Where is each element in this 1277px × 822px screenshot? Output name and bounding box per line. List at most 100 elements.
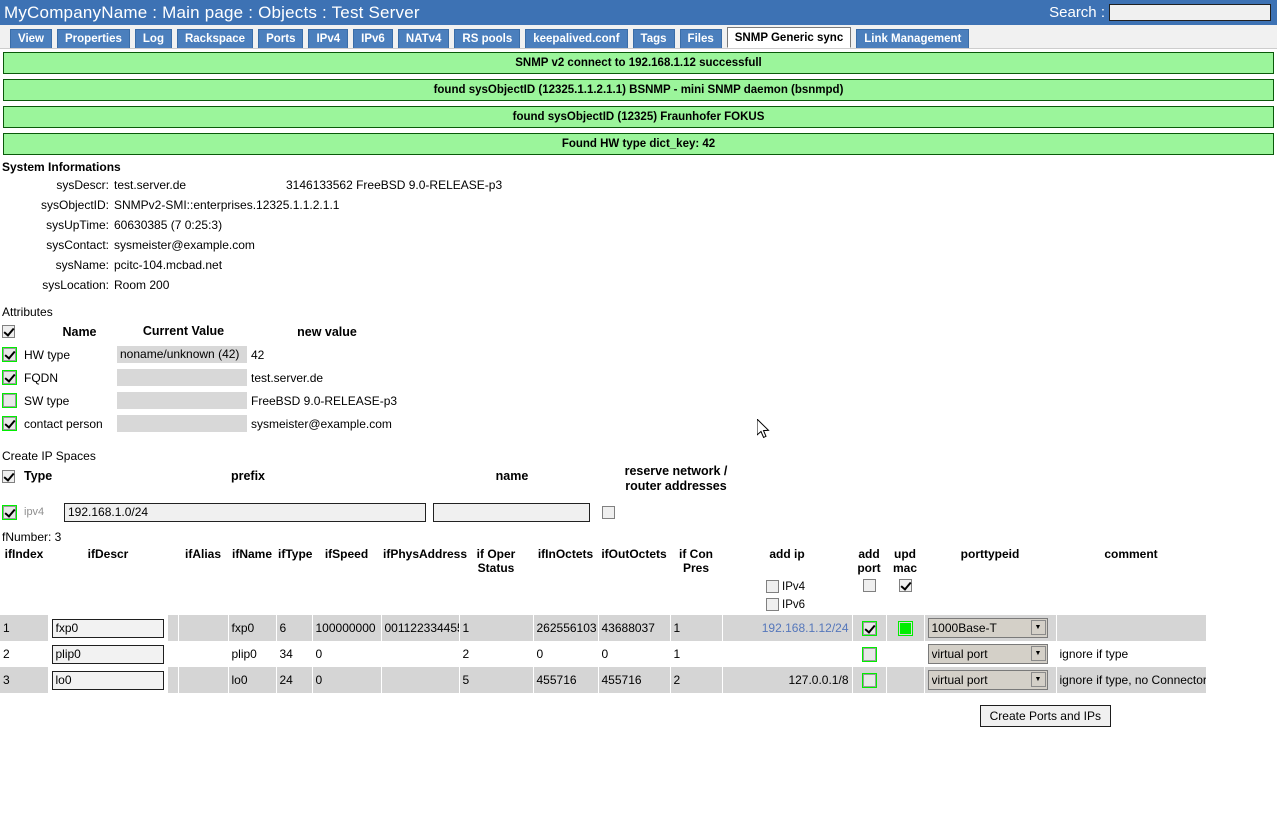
system-info-row: sysLocation: Room 200 [2, 275, 1277, 295]
create-ports-and-ips-button[interactable]: Create Ports and IPs [979, 705, 1111, 727]
ip-spaces-col-reserve: reserve network / router addresses [592, 464, 752, 494]
tab-log[interactable]: Log [134, 29, 172, 48]
bulk-add-port-checkbox[interactable] [862, 579, 876, 593]
status-banner: found sysObjectID (12325.1.1.2.1.1) BSNM… [3, 79, 1274, 101]
tab-link-management[interactable]: Link Management [856, 29, 970, 48]
ip-spaces-col-reserve-line1: reserve network / [624, 464, 728, 478]
bulk-add-ipv6-checkbox[interactable] [766, 598, 779, 612]
interfaces-col-ifspeed: ifSpeed [324, 547, 369, 561]
cell-ifoutoctets: 455716 [598, 667, 671, 693]
tab-ipv4[interactable]: IPv4 [308, 29, 349, 48]
system-info-row: sysName: pcitc-104.mcbad.net [2, 255, 1277, 275]
attribute-checkbox-cell [2, 416, 24, 431]
cell-add-ip: 127.0.0.1/8 [722, 667, 853, 693]
cell-add-port [852, 667, 887, 693]
attribute-checkbox-cell [2, 393, 24, 408]
cell-ifinoctets: 455716 [533, 667, 599, 693]
tab-files[interactable]: Files [679, 29, 722, 48]
porttypeid-select[interactable]: 1000Base-T [927, 618, 1048, 638]
attribute-enable-checkbox[interactable] [2, 393, 17, 408]
add-port-checkbox[interactable] [861, 620, 877, 636]
footer-actions: Create Ports and IPs [0, 705, 1277, 727]
tab-properties[interactable]: Properties [57, 29, 130, 48]
system-info-key: sysName: [55, 258, 109, 272]
breadcrumb: MyCompanyName : Main page : Objects : Te… [4, 2, 420, 22]
porttypeid-select[interactable]: virtual port [927, 644, 1048, 664]
attribute-row: HW type noname/unknown (42) 42 [2, 343, 1277, 366]
porttypeid-select[interactable]: virtual port [927, 670, 1048, 690]
system-info-value-secondary: 3146133562 FreeBSD 9.0-RELEASE-p3 [286, 178, 503, 192]
system-info-key: sysObjectID: [40, 198, 109, 212]
ip-spaces-col-type: Type [24, 469, 53, 483]
status-banner-list: SNMP v2 connect to 192.168.1.12 successf… [0, 49, 1277, 155]
search-input[interactable] [1109, 4, 1271, 21]
system-info-value: pcitc-104.mcbad.net [114, 258, 223, 272]
system-info-key: sysDescr: [56, 178, 109, 192]
interfaces-col-ifphysaddress: ifPhysAddress [383, 547, 468, 561]
tab-view[interactable]: View [10, 29, 52, 48]
add-port-checkbox[interactable] [861, 646, 877, 662]
ip-space-prefix-input[interactable] [64, 502, 426, 522]
cell-ifphysaddress: 001122334455 [381, 615, 460, 641]
tab-ports[interactable]: Ports [258, 29, 304, 48]
tab-natv4[interactable]: NATv4 [397, 29, 450, 48]
cell-porttypeid: virtual port ▼ [924, 667, 1057, 693]
ip-space-name-input[interactable] [433, 502, 590, 522]
attributes-col-new: new value [297, 324, 357, 339]
attribute-enable-checkbox[interactable] [2, 347, 17, 362]
ifdescr-input[interactable] [51, 670, 164, 690]
tab-keepalived-conf[interactable]: keepalived.conf [525, 29, 628, 48]
interfaces-col-add-port: add port [852, 545, 886, 577]
system-info-key: sysLocation: [42, 278, 109, 292]
tab-rackspace[interactable]: Rackspace [176, 29, 254, 48]
interface-count-label: fNumber: 3 [2, 530, 62, 544]
add-ip-value[interactable]: 192.168.1.12/24 [762, 621, 849, 635]
interfaces-col-upd-mac: upd mac [886, 545, 924, 577]
attribute-enable-checkbox[interactable] [2, 370, 17, 385]
attribute-enable-checkbox[interactable] [2, 416, 17, 431]
interfaces-col-ifalias: ifAlias [184, 547, 221, 561]
ifdescr-input[interactable] [51, 644, 164, 664]
cell-ifalias [178, 615, 229, 641]
attribute-row: contact person sysmeister@example.com [2, 412, 1277, 435]
status-banner: SNMP v2 connect to 192.168.1.12 successf… [3, 52, 1274, 74]
cell-ifoperstatus: 2 [459, 641, 534, 667]
attribute-new-value: test.server.de [251, 370, 324, 385]
cell-ifphysaddress [381, 641, 460, 667]
cell-ifalias [178, 667, 229, 693]
upd-mac-checkbox[interactable] [897, 620, 913, 636]
interfaces-col-comment: comment [1104, 547, 1158, 561]
cell-ifname: plip0 [228, 641, 277, 667]
interfaces-col-porttypeid: porttypeid [960, 547, 1020, 561]
system-informations-list: sysDescr: test.server.de 3146133562 FreeBS… [2, 175, 1277, 295]
cell-ifinoctets: 0 [533, 641, 599, 667]
ip-spaces-select-all-checkbox[interactable] [2, 470, 15, 484]
cell-ifconpres: 1 [670, 615, 723, 641]
tab-tags[interactable]: Tags [632, 29, 675, 48]
attributes-select-all-checkbox[interactable] [2, 325, 15, 338]
attribute-new-value: FreeBSD 9.0-RELEASE-p3 [251, 393, 398, 408]
ip-space-reserve-checkbox[interactable] [602, 506, 615, 520]
system-info-key: sysContact: [46, 238, 109, 252]
tab-rs-pools[interactable]: RS pools [454, 29, 521, 48]
tab-ipv6[interactable]: IPv6 [353, 29, 393, 48]
ifdescr-input[interactable] [51, 618, 164, 638]
system-info-key: sysUpTime: [46, 218, 109, 232]
interfaces-col-ifdescr: ifDescr [87, 547, 129, 561]
bulk-upd-mac-checkbox[interactable] [898, 579, 912, 593]
attribute-row: FQDN test.server.de [2, 366, 1277, 389]
ip-space-enable-checkbox[interactable] [2, 504, 17, 520]
tab-snmp-generic-sync[interactable]: SNMP Generic sync [726, 27, 852, 48]
cell-ifoperstatus: 1 [459, 615, 534, 641]
bulk-add-ipv4-checkbox[interactable] [766, 580, 779, 594]
attribute-current-value [117, 369, 247, 386]
add-port-checkbox[interactable] [861, 672, 877, 688]
attribute-name: HW type [24, 347, 71, 362]
interfaces-col-ifname: ifName [231, 547, 272, 561]
cell-gap [168, 641, 179, 667]
interfaces-col-if-oper-status-line2: Status [477, 561, 515, 575]
interfaces-col-add-port-line2: port [857, 561, 881, 575]
interfaces-col-upd-mac-line1: upd [894, 547, 916, 561]
cell-porttypeid: virtual port ▼ [924, 641, 1057, 667]
interfaces-col-iftype: ifType [278, 547, 313, 561]
